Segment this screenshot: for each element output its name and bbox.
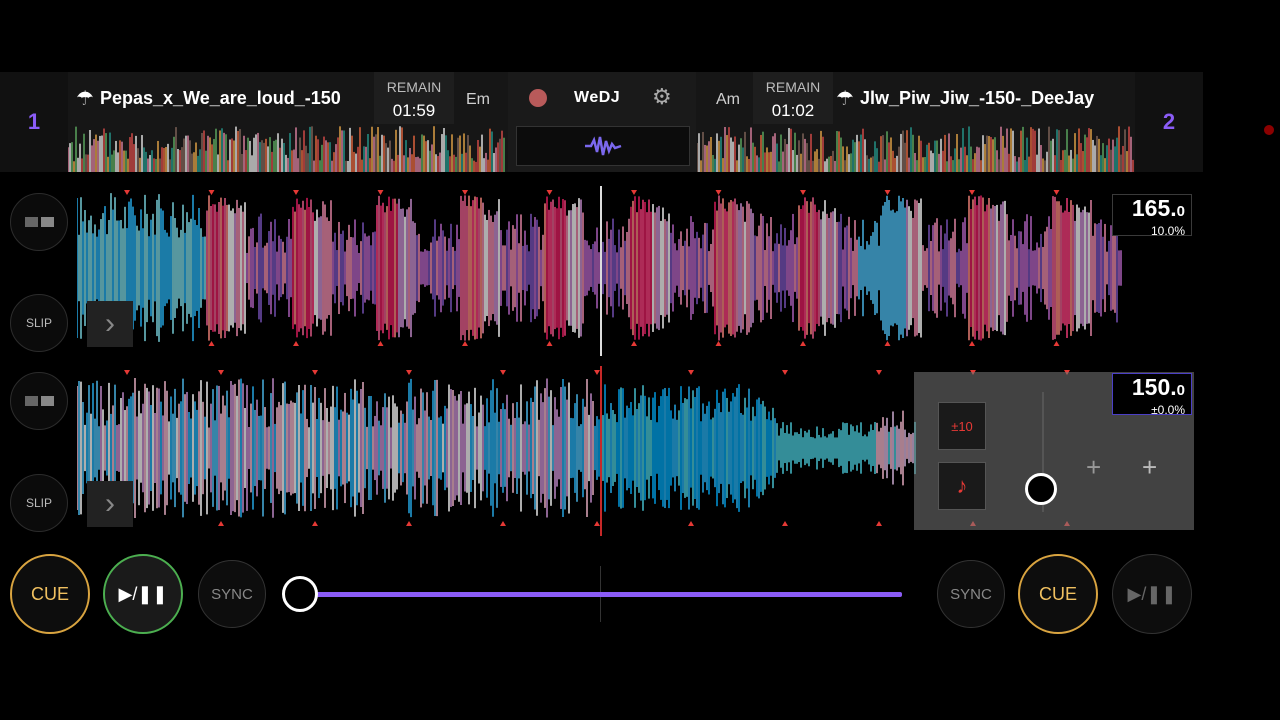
beat-marker [312,370,318,375]
beat-marker [876,521,882,526]
beat-marker [1053,341,1060,346]
header-bar: 1 2 ☂ Pepas_x_We_are_loud_-150 REMAIN 01… [0,72,1203,172]
deck-1-remain-label: REMAIN [386,79,442,95]
beat-marker [546,190,553,195]
beat-marker [406,521,412,526]
deck-2-overview-svg [697,126,1134,172]
deck-2-number[interactable]: 2 [1135,72,1203,172]
crossfader-handle[interactable] [282,576,318,612]
deck-1-bpm: 165.0 [1131,195,1185,221]
deck-2-playhead [600,366,602,536]
chevron-right-icon: › [105,487,115,520]
deck-1-track-icon: ☂ [76,88,94,110]
beat-marker [884,190,891,195]
deck-2-title[interactable]: Jlw_Piw_Jiw_-150-_DeeJay [860,88,1130,109]
deck-2-pitch: ±0.0% [1151,403,1185,417]
beat-marker [462,190,468,195]
beat-marker [406,370,412,375]
record-icon[interactable] [529,89,547,107]
beat-marker [377,341,384,346]
deck-2-sync-button[interactable]: SYNC [937,560,1005,628]
beat-marker [293,190,299,195]
beat-marker [782,521,788,526]
wedj-app: 1 2 ☂ Pepas_x_We_are_loud_-150 REMAIN 01… [0,0,1280,720]
beat-marker [293,341,299,346]
deck-2-track-icon: ☂ [836,88,854,110]
deck-1-overview-svg [68,126,505,172]
beat-marker [377,190,384,195]
waveform-toggle-button[interactable] [516,126,690,166]
beat-marker [688,521,694,526]
deck-2-remain-time: 01:02 [771,101,815,120]
gear-icon[interactable]: ⚙ [652,84,672,110]
waveform-icon [585,136,622,156]
beat-marker [969,190,975,195]
deck-1-waveform[interactable] [77,188,1127,348]
beat-marker [800,341,806,346]
deck-2-play-pause-button[interactable]: ▶/❚❚ [1112,554,1192,634]
deck-1-bpm-box[interactable]: 165.0 10.0% [1112,194,1192,238]
beat-marker [715,341,722,346]
beat-marker [1053,190,1060,195]
deck-1-overview-waveform[interactable] [68,125,506,172]
deck-2-remain-label: REMAIN [765,79,821,95]
deck-2-overview-waveform[interactable] [697,125,1135,172]
beat-marker [124,370,130,375]
deck-2-hotcue-toggle[interactable] [10,372,68,430]
beat-marker [715,190,722,195]
deck-1-title[interactable]: Pepas_x_We_are_loud_-150 [100,88,370,109]
deck-1-cue-button[interactable]: CUE [10,554,90,634]
beat-marker [218,521,224,526]
brand-logo: WeDJ [574,89,621,106]
pitch-range-button[interactable]: ±10 [938,402,986,450]
beat-marker [969,341,975,346]
beat-marker [631,190,637,195]
deck-2-slip-button[interactable]: SLIP [10,474,68,532]
plus-faint-icon: + [1086,452,1102,482]
pitch-slider-handle[interactable] [1025,473,1057,505]
beat-marker [500,370,506,375]
deck-2-bpm: 150.0 [1131,374,1185,400]
beat-marker [876,370,882,375]
deck-1-play-pause-button[interactable]: ▶/❚❚ [103,554,183,634]
beat-marker [462,341,468,346]
key-lock-icon[interactable]: ♪ [938,462,986,510]
beat-marker [884,341,891,346]
deck-2-bpm-box[interactable]: 150.0 ±0.0% [1112,373,1192,417]
deck-1-number[interactable]: 1 [0,72,68,172]
beat-marker [500,521,506,526]
deck-2-expand-button[interactable]: › [87,481,133,527]
center-panel: WeDJ ⚙ [508,72,696,172]
plus-icon[interactable]: + [1142,452,1157,483]
deck-1-hotcue-toggle[interactable] [10,193,68,251]
beat-marker [312,521,318,526]
beat-marker [800,190,806,195]
deck-1-slip-button[interactable]: SLIP [10,294,68,352]
deck-1-remain-time: 01:59 [392,101,436,120]
status-dot [1264,125,1274,135]
deck-1-waveform-svg [77,190,1122,346]
crossfader-track[interactable] [300,592,902,597]
beat-marker [688,370,694,375]
beat-marker [546,341,553,346]
beat-marker [631,341,637,346]
deck-2-cue-button[interactable]: CUE [1018,554,1098,634]
beat-marker [208,190,215,195]
deck-1-pitch: 10.0% [1150,224,1185,238]
deck-1-remain-box: REMAIN 01:59 [374,72,454,124]
beat-marker [208,341,215,346]
deck-2-key[interactable]: Am [716,91,740,109]
deck-1-expand-button[interactable]: › [87,301,133,347]
deck-2-remain-box: REMAIN 01:02 [753,72,833,124]
beat-marker [218,370,224,375]
beat-marker [782,370,788,375]
beat-marker [124,190,130,195]
deck-1-key[interactable]: Em [466,91,490,109]
deck-1-sync-button[interactable]: SYNC [198,560,266,628]
chevron-right-icon: › [105,307,115,340]
deck-1-playhead [600,186,602,356]
